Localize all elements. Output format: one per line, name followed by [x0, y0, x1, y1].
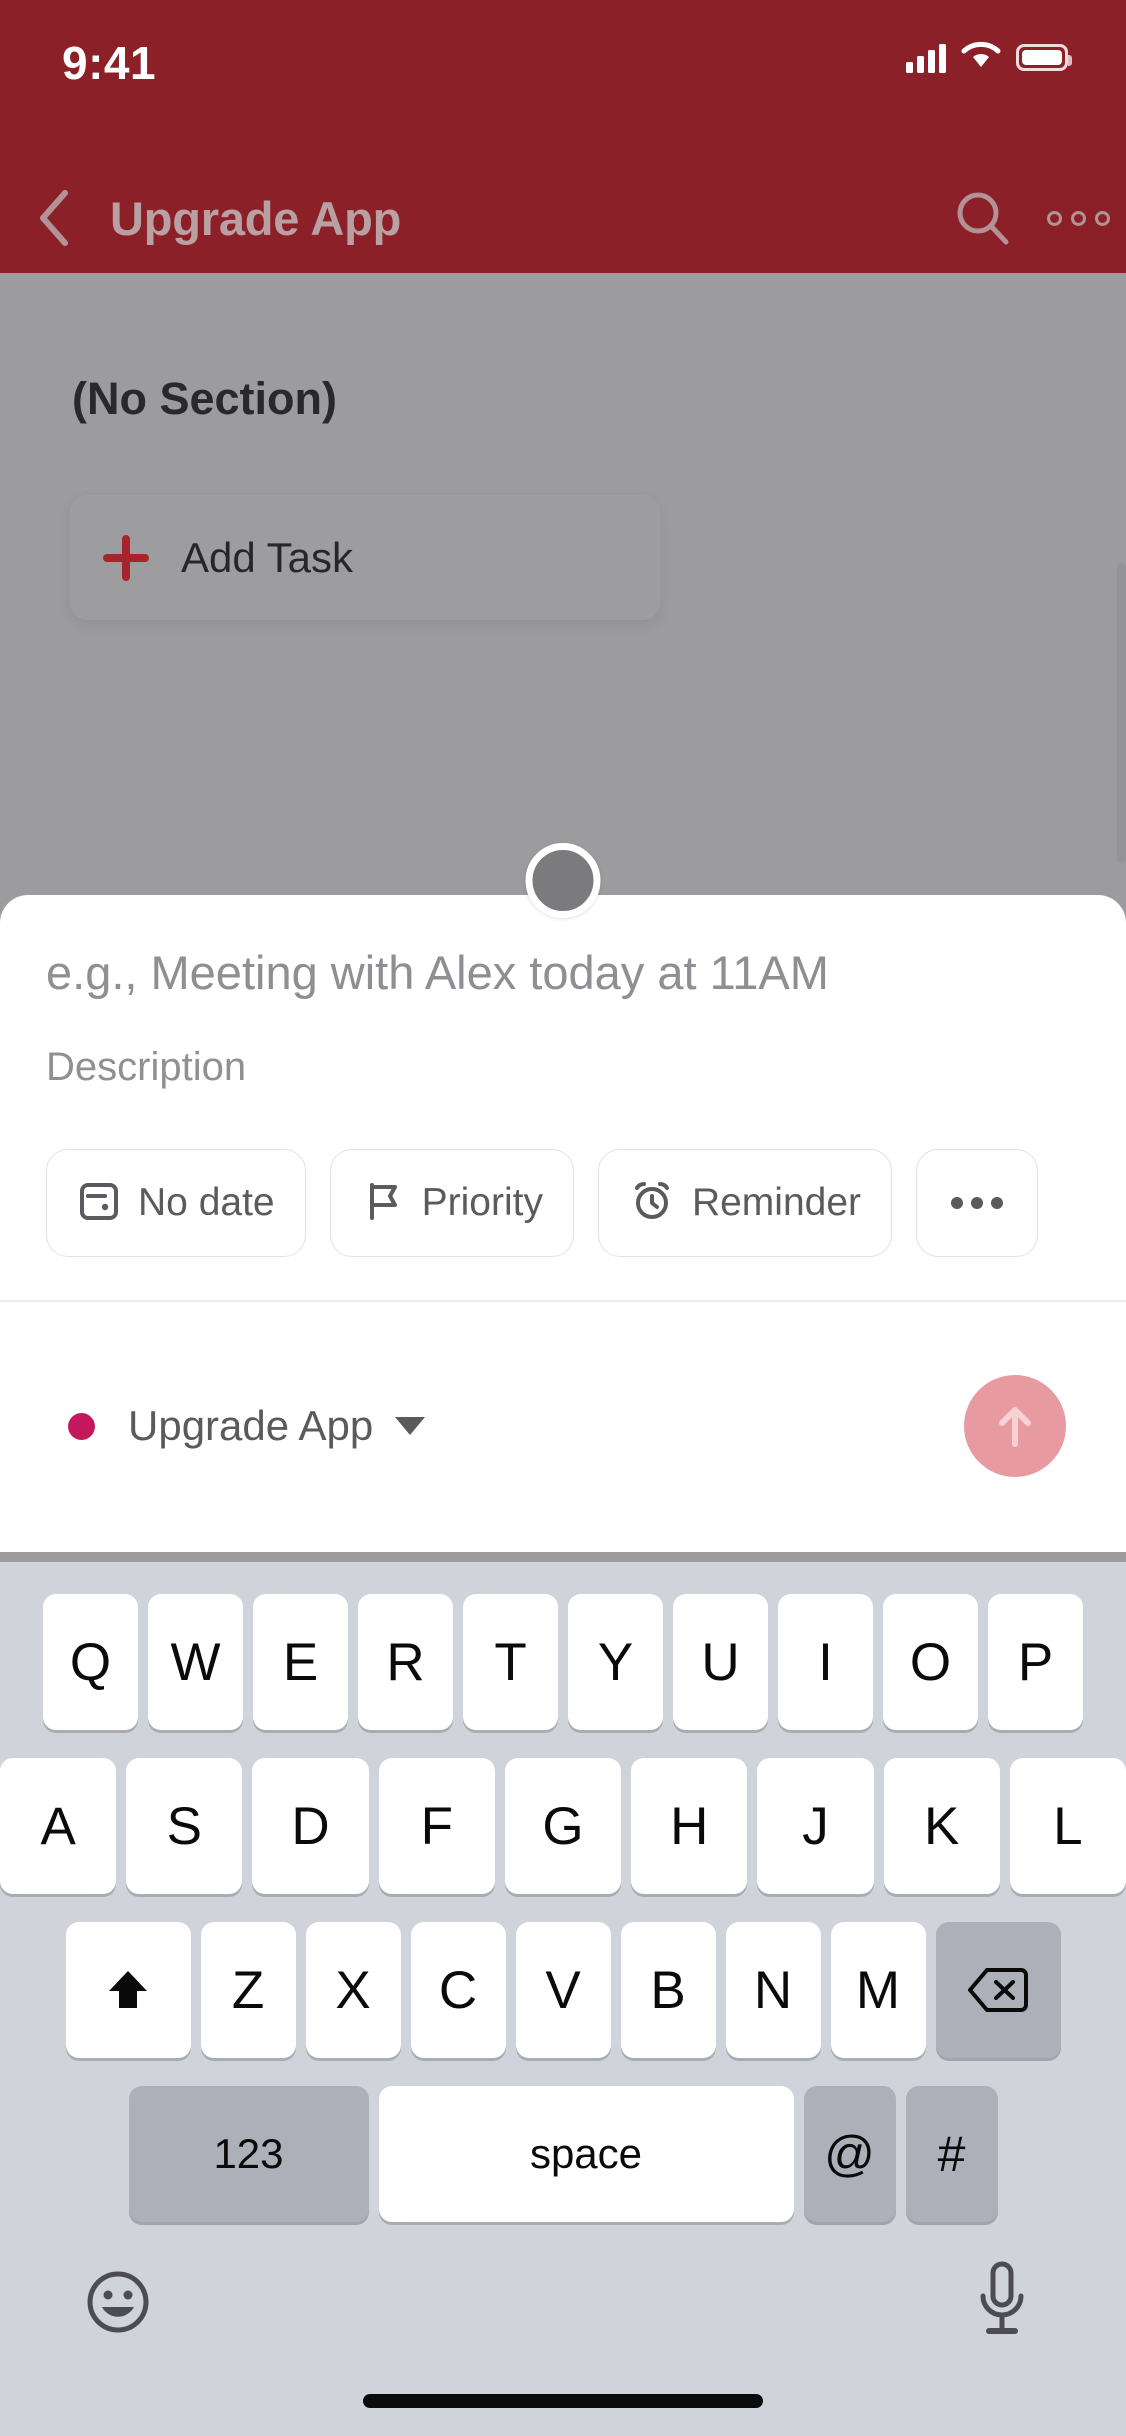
- chip-no-date-label: No date: [138, 1181, 275, 1224]
- arrow-up-icon: [999, 1407, 1031, 1447]
- on-screen-keyboard: Q W E R T Y U I O P A S D F G H J K L Z …: [0, 1562, 1126, 2436]
- search-button[interactable]: [934, 187, 1030, 249]
- key-e[interactable]: E: [253, 1594, 348, 1730]
- emoji-icon: [87, 2271, 149, 2333]
- plus-icon: [71, 531, 181, 585]
- key-r[interactable]: R: [358, 1594, 453, 1730]
- key-s[interactable]: S: [126, 1758, 243, 1894]
- more-options-icon: [1046, 210, 1110, 226]
- key-b[interactable]: B: [620, 1922, 716, 2058]
- add-task-label: Add Task: [181, 533, 353, 581]
- key-i[interactable]: I: [778, 1594, 873, 1730]
- at-key[interactable]: @: [803, 2086, 896, 2222]
- battery-icon: [1016, 44, 1072, 71]
- chip-reminder-label: Reminder: [691, 1181, 862, 1224]
- key-z[interactable]: Z: [200, 1922, 296, 2058]
- add-task-button[interactable]: Add Task: [70, 495, 660, 620]
- keyboard-row-4: 123 space @ #: [0, 2086, 1126, 2222]
- more-options-button[interactable]: [1030, 210, 1126, 226]
- key-o[interactable]: O: [883, 1594, 978, 1730]
- chevron-left-icon: [40, 190, 68, 246]
- project-name-label[interactable]: Upgrade App: [128, 1402, 373, 1450]
- task-description-input[interactable]: Description: [46, 1045, 1086, 1090]
- key-h[interactable]: H: [631, 1758, 748, 1894]
- page-title: Upgrade App: [110, 191, 402, 245]
- keyboard-row-2: A S D F G H J K L: [0, 1758, 1126, 1894]
- flag-icon: [361, 1179, 405, 1228]
- cellular-signal-icon: [906, 43, 946, 73]
- backspace-key[interactable]: [935, 1922, 1061, 2058]
- microphone-key[interactable]: [970, 2258, 1034, 2349]
- key-a[interactable]: A: [0, 1758, 117, 1894]
- key-j[interactable]: J: [757, 1758, 874, 1894]
- ellipsis-icon: [951, 1197, 1004, 1209]
- hash-key[interactable]: #: [905, 2086, 998, 2222]
- space-key[interactable]: space: [378, 2086, 794, 2222]
- status-bar: 9:41: [0, 0, 1126, 163]
- scrollbar[interactable]: [1117, 563, 1126, 863]
- app-screen: 9:41 Upgrade App (No Section) Add Task e…: [0, 0, 1126, 2436]
- project-color-dot: [68, 1412, 95, 1440]
- keyboard-row-1: Q W E R T Y U I O P: [0, 1594, 1126, 1730]
- search-icon: [957, 192, 1009, 245]
- key-f[interactable]: F: [378, 1758, 495, 1894]
- key-n[interactable]: N: [725, 1922, 821, 2058]
- navigation-bar: Upgrade App: [0, 163, 1126, 273]
- task-title-input[interactable]: e.g., Meeting with Alex today at 11AM: [46, 945, 1086, 1000]
- key-q[interactable]: Q: [43, 1594, 138, 1730]
- microphone-icon: [980, 2261, 1024, 2334]
- key-p[interactable]: P: [988, 1594, 1083, 1730]
- chip-priority[interactable]: Priority: [329, 1149, 574, 1257]
- key-t[interactable]: T: [463, 1594, 558, 1730]
- shift-icon: [109, 1971, 147, 2008]
- project-selector-row: Upgrade App: [0, 1300, 1126, 1552]
- chip-priority-label: Priority: [421, 1181, 543, 1224]
- key-k[interactable]: K: [883, 1758, 1000, 1894]
- key-g[interactable]: G: [504, 1758, 622, 1894]
- emoji-key[interactable]: [82, 2266, 154, 2343]
- alarm-clock-icon: [629, 1178, 675, 1229]
- quick-add-task-sheet: e.g., Meeting with Alex today at 11AM De…: [0, 843, 1126, 1552]
- calendar-icon: [77, 1179, 121, 1228]
- numbers-key[interactable]: 123: [128, 2086, 369, 2222]
- submit-task-button[interactable]: [964, 1375, 1066, 1477]
- chip-reminder[interactable]: Reminder: [597, 1149, 893, 1257]
- home-indicator: [363, 2394, 763, 2408]
- back-button[interactable]: [0, 187, 110, 249]
- status-bar-indicators: [906, 40, 1072, 75]
- backspace-icon: [968, 1968, 1028, 2012]
- wifi-icon: [961, 40, 1001, 75]
- key-v[interactable]: V: [515, 1922, 611, 2058]
- section-heading: (No Section): [72, 373, 337, 424]
- key-x[interactable]: X: [305, 1922, 401, 2058]
- key-c[interactable]: C: [410, 1922, 506, 2058]
- status-bar-time: 9:41: [62, 37, 157, 89]
- task-attribute-chips: No date Priority Reminder: [46, 1149, 1086, 1257]
- chip-more-options[interactable]: [916, 1149, 1039, 1257]
- chevron-down-icon[interactable]: [395, 1417, 426, 1435]
- keyboard-row-3: Z X C V B N M: [0, 1922, 1126, 2058]
- key-u[interactable]: U: [673, 1594, 768, 1730]
- chip-no-date[interactable]: No date: [46, 1149, 306, 1257]
- key-y[interactable]: Y: [568, 1594, 663, 1730]
- sheet-drag-handle[interactable]: [525, 843, 601, 918]
- key-m[interactable]: M: [830, 1922, 926, 2058]
- shift-key[interactable]: [65, 1922, 191, 2058]
- key-l[interactable]: L: [1009, 1758, 1126, 1894]
- keyboard-utility-row: [0, 2252, 1126, 2382]
- key-w[interactable]: W: [148, 1594, 243, 1730]
- key-d[interactable]: D: [252, 1758, 369, 1894]
